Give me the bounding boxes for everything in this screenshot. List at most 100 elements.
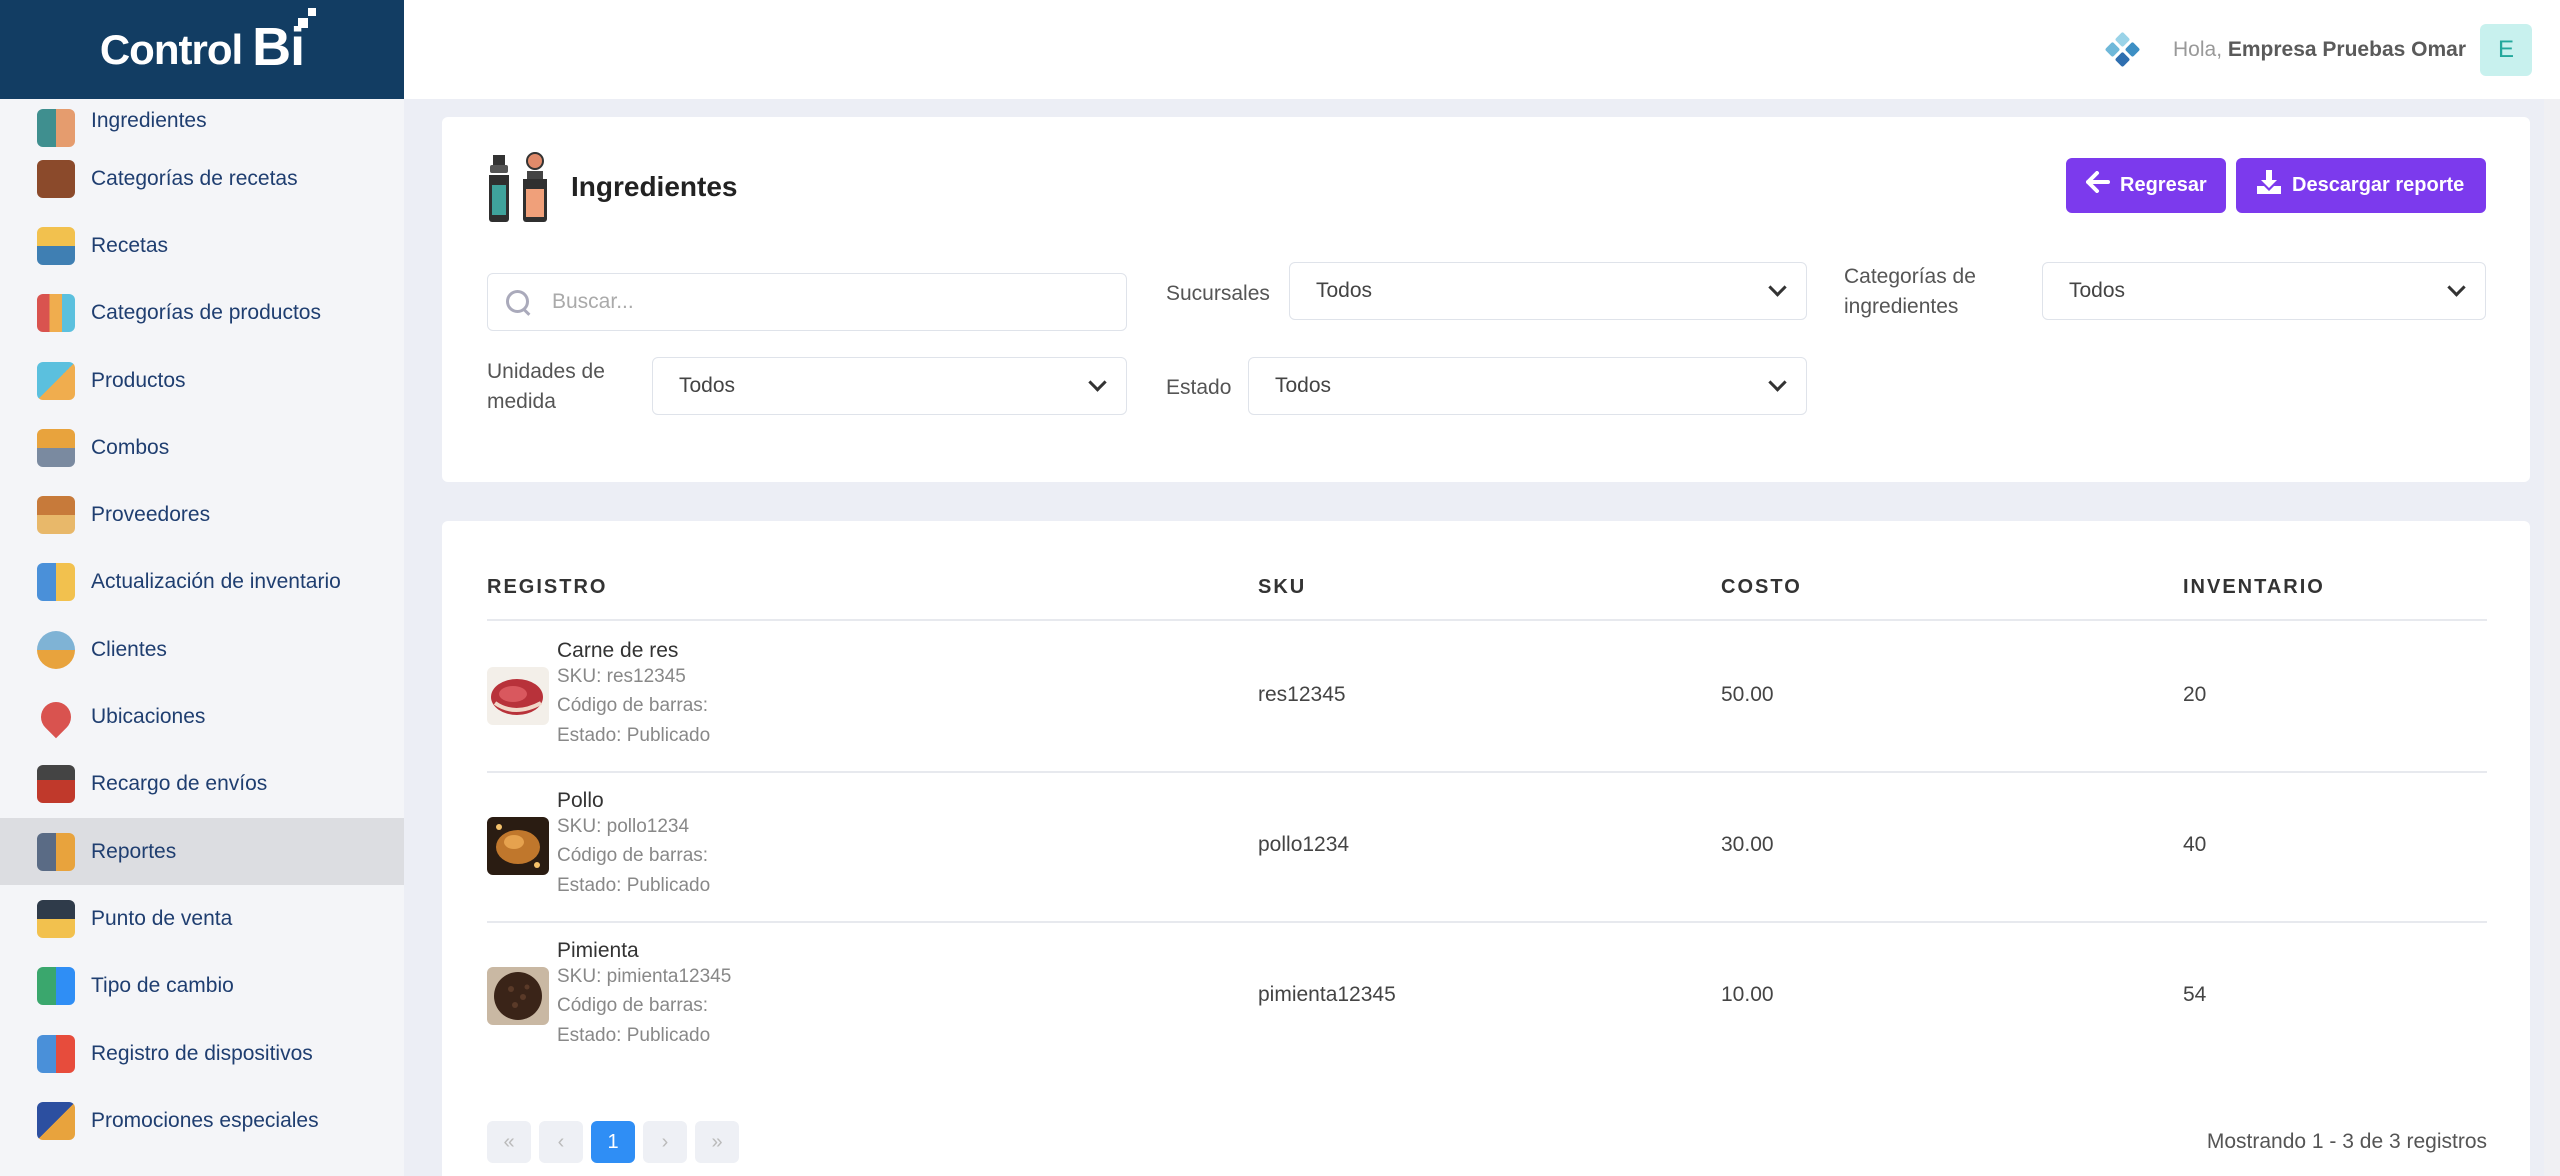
sidebar-item-reportes[interactable]: Reportes [0,817,404,886]
record-name: Pollo [557,789,604,812]
suppliers-icon [37,496,75,535]
sidebar-item-clientes[interactable]: Clientes [0,616,404,683]
cost-cell: 50.00 [1721,683,1774,706]
arrow-left-icon [2086,171,2110,200]
page-title: Ingredientes [571,171,738,202]
sidebar-item-categorias-recetas[interactable]: Categorías de recetas [0,145,404,212]
search-icon [504,288,532,316]
logo-dot [298,17,309,28]
sidebar-item-label: Categorías de recetas [91,166,298,190]
page-header: Ingredientes [487,151,737,223]
page-1-button[interactable]: 1 [591,1121,635,1163]
sidebar-item-label: Registro de dispositivos [91,1041,313,1065]
record-sku: SKU: pimienta12345 [557,966,732,987]
reports-icon [37,832,75,871]
record-status: Estado: Publicado [557,875,711,896]
download-icon [2256,170,2282,201]
scrollbar[interactable] [2544,99,2560,1176]
table-row[interactable]: Pimienta SKU: pimienta12345 Código de ba… [487,921,2487,1071]
shipping-surcharge-icon [37,765,75,804]
avatar[interactable]: E [2480,23,2532,76]
sidebar-item-ubicaciones[interactable]: Ubicaciones [0,683,404,750]
column-header-sku[interactable]: SKU [1258,576,1306,599]
sidebar-item-combos[interactable]: Combos [0,414,404,481]
sidebar-item-proveedores[interactable]: Proveedores [0,481,404,548]
recipe-categories-icon [37,159,75,198]
table-row[interactable]: Carne de res SKU: res12345 Código de bar… [487,621,2487,771]
greeting-text: Hola, [2173,37,2223,61]
sidebar-item-label: Recargo de envíos [91,772,268,796]
sidebar-item-recetas[interactable]: Recetas [0,212,404,279]
column-header-registro[interactable]: REGISTRO [487,576,607,599]
sucursales-label: Sucursales [1166,282,1270,305]
products-icon [37,361,75,400]
sidebar: Control Bi Ingredientes Categorías de re… [0,0,404,1176]
user-greeting: Hola, Empresa Pruebas Omar [2173,38,2466,62]
chevron-down-icon [1088,373,1107,392]
sidebar-item-label: Combos [91,435,170,459]
download-button-label: Descargar reporte [2292,174,2465,196]
sidebar-item-label: Punto de venta [91,906,233,930]
sku-cell: pimienta12345 [1258,983,1396,1006]
sidebar-item-label: Ingredientes [91,109,207,132]
sidebar-item-tipo-cambio[interactable]: Tipo de cambio [0,953,404,1020]
record-barcode: Código de barras: [557,845,709,866]
next-page-button[interactable]: › [643,1121,687,1163]
column-header-costo[interactable]: COSTO [1721,576,1802,599]
sidebar-item-label: Reportes [91,839,177,863]
sparkle-icon[interactable] [2104,31,2141,67]
prev-page-button[interactable]: ‹ [539,1121,583,1163]
recipes-icon [37,226,75,265]
estado-value: Todos [1275,374,1332,397]
point-of-sale-icon [37,899,75,938]
sucursales-select[interactable]: Todos [1289,262,1807,320]
record-status: Estado: Publicado [557,1025,711,1046]
sidebar-item-label: Clientes [91,637,167,661]
categorias-value: Todos [2069,279,2126,302]
sidebar-item-punto-venta[interactable]: Punto de venta [0,885,404,952]
sidebar-nav: Ingredientes Categorías de recetas Recet… [0,99,404,1154]
logo[interactable]: Control Bi [0,0,404,99]
logo-dot [308,7,317,16]
sidebar-item-promociones-especiales[interactable]: Promociones especiales [0,1087,404,1154]
locations-icon [34,695,78,739]
record-sku: SKU: pollo1234 [557,816,690,837]
sidebar-item-label: Recetas [91,233,169,257]
sidebar-item-actualizacion-inventario[interactable]: Actualización de inventario [0,549,404,616]
column-header-inventario[interactable]: INVENTARIO [2183,576,2325,599]
estado-select[interactable]: Todos [1248,357,1807,415]
record-sku: SKU: res12345 [557,666,686,687]
last-page-button[interactable]: » [695,1121,739,1163]
filters-card: Ingredientes Regresar Descargar reporte … [442,117,2530,482]
sidebar-item-label: Proveedores [91,503,211,527]
exchange-rate-icon [37,967,75,1006]
sidebar-item-recargo-envios[interactable]: Recargo de envíos [0,751,404,818]
sidebar-item-ingredientes[interactable]: Ingredientes [0,99,404,147]
table-row[interactable]: Pollo SKU: pollo1234 Código de barras: E… [487,771,2487,921]
product-thumbnail [487,667,549,725]
sidebar-item-label: Tipo de cambio [91,974,234,998]
first-page-button[interactable]: « [487,1121,531,1163]
special-promotions-icon [37,1101,75,1140]
ingredients-icon [487,151,557,223]
unidades-select[interactable]: Todos [652,357,1127,415]
cost-cell: 10.00 [1721,983,1774,1006]
unidades-label-line1: Unidades de [487,360,605,383]
sidebar-item-productos[interactable]: Productos [0,347,404,414]
sidebar-item-categorias-productos[interactable]: Categorías de productos [0,280,404,347]
sidebar-item-registro-dispositivos[interactable]: Registro de dispositivos [0,1020,404,1087]
chevron-down-icon [2447,278,2466,297]
categorias-label-line1: Categorías de [1844,265,1976,288]
categorias-select[interactable]: Todos [2042,262,2486,320]
sidebar-item-label: Productos [91,368,186,392]
download-report-button[interactable]: Descargar reporte [2236,158,2486,213]
sucursales-value: Todos [1316,279,1373,302]
search-field[interactable] [487,273,1127,331]
back-button[interactable]: Regresar [2066,158,2226,213]
record-barcode: Código de barras: [557,995,709,1016]
inventory-cell: 54 [2183,983,2207,1006]
search-input[interactable] [552,290,1112,314]
back-button-label: Regresar [2120,174,2207,196]
cost-cell: 30.00 [1721,833,1774,856]
chevron-down-icon [1768,373,1787,392]
